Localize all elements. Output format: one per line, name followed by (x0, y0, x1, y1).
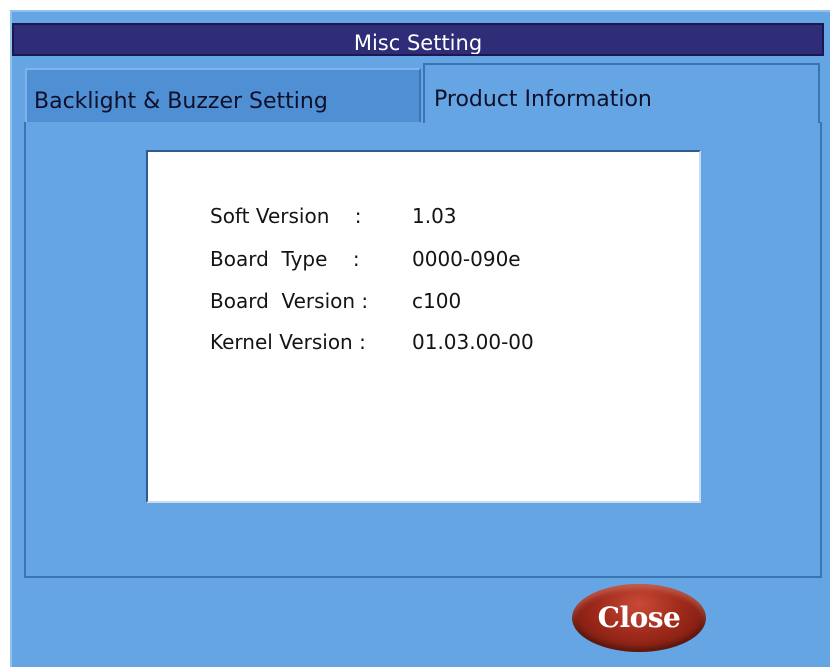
kernel-version-label: Kernel Version : (210, 330, 366, 354)
tab-product-information[interactable]: Product Information (423, 63, 820, 123)
board-version-row: Board Version : c100 (210, 289, 461, 321)
tab-backlight-buzzer-setting[interactable]: Backlight & Buzzer Setting (25, 68, 421, 122)
product-info-box: Soft Version : 1.03 Board Type : 0000-09… (146, 150, 701, 503)
board-type-row: Board Type : 0000-090e (210, 247, 521, 279)
close-button[interactable]: Close (572, 584, 706, 652)
board-type-label: Board Type : (210, 247, 360, 271)
board-version-value: c100 (412, 289, 462, 313)
board-version-label: Board Version : (210, 289, 369, 313)
kernel-version-row: Kernel Version : 01.03.00-00 (210, 330, 534, 362)
kernel-version-value: 01.03.00-00 (412, 330, 534, 354)
tab-label: Backlight & Buzzer Setting (34, 89, 328, 114)
soft-version-row: Soft Version : 1.03 (210, 204, 457, 236)
board-type-value: 0000-090e (412, 247, 521, 271)
soft-version-value: 1.03 (412, 204, 457, 228)
soft-version-label: Soft Version : (210, 204, 362, 228)
tab-label: Product Information (434, 87, 652, 112)
window-title: Misc Setting (12, 23, 824, 56)
